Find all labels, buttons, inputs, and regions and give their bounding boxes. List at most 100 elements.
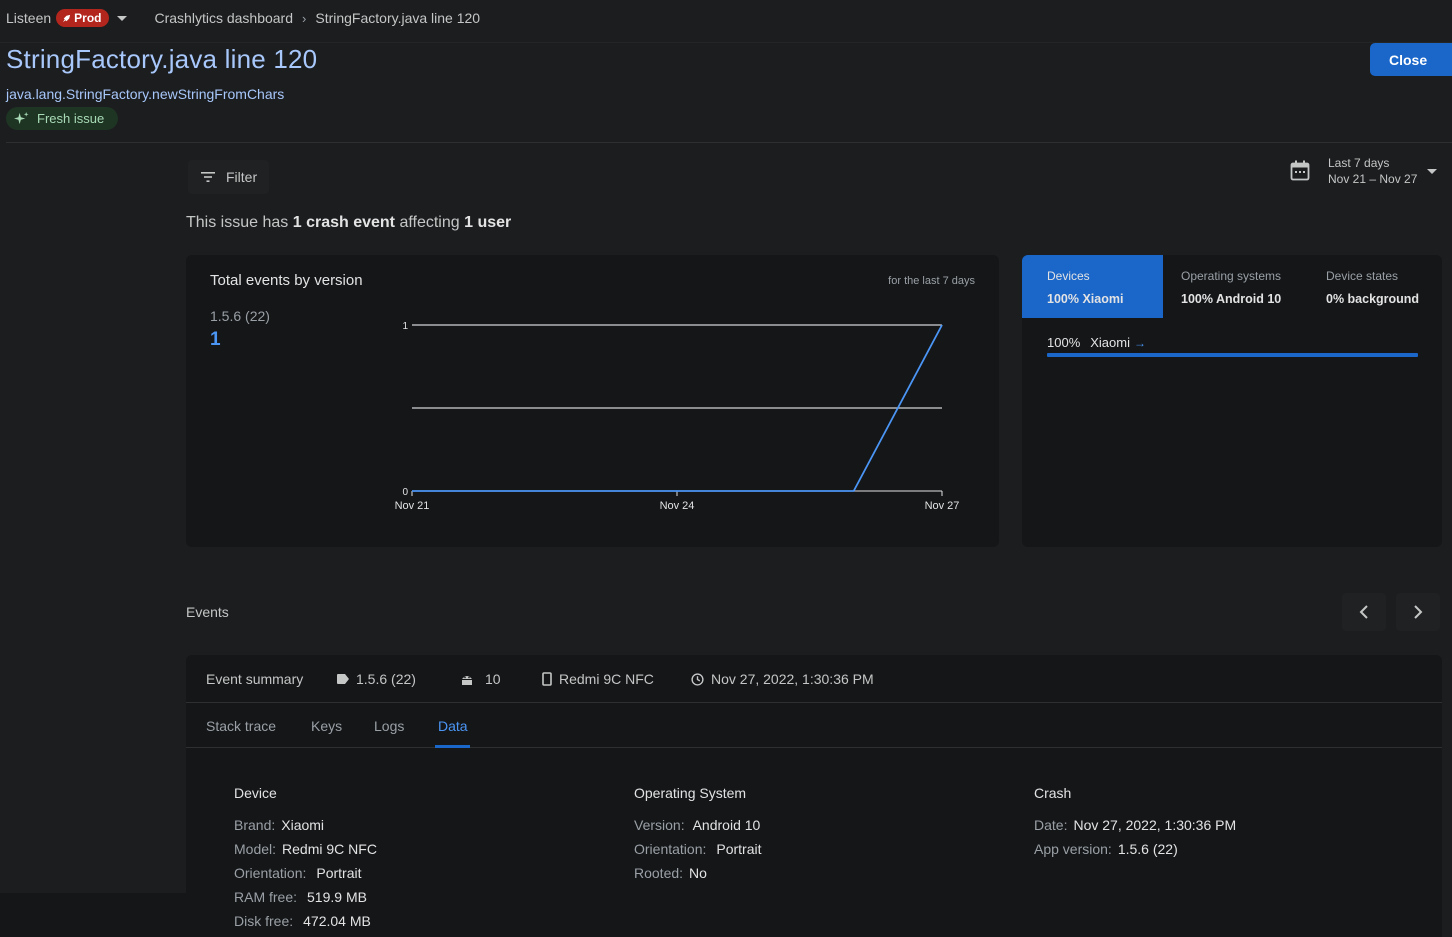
- device-brand: Brand: Xiaomi: [234, 817, 324, 833]
- os-orientation-key: Orientation:: [634, 841, 707, 857]
- event-version-value: 1.5.6 (22): [356, 671, 416, 687]
- events-chart-panel: Total events by version for the last 7 d…: [186, 255, 999, 547]
- os-orientation: Orientation: Portrait: [634, 841, 762, 857]
- tab-logs[interactable]: Logs: [374, 718, 404, 734]
- date-range-label: Last 7 days: [1328, 156, 1390, 170]
- event-os: 10: [461, 671, 501, 687]
- tab-states-label: Device states: [1326, 269, 1399, 283]
- distribution-name: Xiaomi: [1090, 335, 1130, 350]
- events-line-chart[interactable]: 0 1 Nov 21 Nov 24 Nov 27: [186, 255, 999, 547]
- distribution-percent: 100%: [1047, 335, 1081, 350]
- env-badge-label: Prod: [74, 11, 102, 25]
- device-orientation-key: Orientation:: [234, 865, 307, 881]
- device-model-value: Redmi 9C NFC: [282, 841, 377, 857]
- tab-keys[interactable]: Keys: [311, 718, 342, 734]
- device-ram-value: 519.9 MB: [307, 889, 367, 905]
- crash-app-version-key: App version:: [1034, 841, 1112, 857]
- distribution-bar: [1047, 353, 1418, 357]
- clock-icon: [691, 672, 704, 686]
- x-tick-label: Nov 21: [395, 500, 430, 512]
- event-os-value: 10: [485, 671, 501, 687]
- x-tick-label: Nov 27: [925, 500, 960, 512]
- filter-icon: [201, 172, 215, 182]
- chevron-left-icon: [1359, 605, 1368, 619]
- crash-section-title: Crash: [1034, 785, 1072, 801]
- event-summary-bar: Event summary 1.5.6 (22) 10 Redmi 9C NFC…: [186, 655, 1442, 703]
- rocket-icon: [63, 14, 71, 22]
- breadcrumb-current: StringFactory.java line 120: [315, 10, 481, 26]
- top-bar: Listeen Prod Crashlytics dashboard › Str…: [0, 0, 1452, 36]
- device-orientation: Orientation: Portrait: [234, 865, 362, 881]
- tab-device-states[interactable]: Device states 0% background: [1326, 255, 1442, 318]
- tab-stack-trace[interactable]: Stack trace: [206, 718, 276, 734]
- breadcrumb-root[interactable]: Crashlytics dashboard: [155, 10, 294, 26]
- next-event-button[interactable]: [1396, 593, 1440, 631]
- fresh-issue-label: Fresh issue: [37, 111, 105, 126]
- tab-devices-label: Devices: [1047, 269, 1090, 283]
- issue-method[interactable]: java.lang.StringFactory.newStringFromCha…: [6, 86, 284, 102]
- event-detail-panel: Event summary 1.5.6 (22) 10 Redmi 9C NFC…: [186, 655, 1442, 937]
- tab-operating-systems[interactable]: Operating systems 100% Android 10: [1181, 255, 1321, 318]
- tab-os-value: 100% Android 10: [1181, 292, 1282, 306]
- device-brand-key: Brand:: [234, 817, 276, 833]
- chevron-right-icon: ›: [302, 10, 307, 26]
- chevron-down-icon: [1427, 168, 1438, 174]
- project-name[interactable]: Listeen: [6, 10, 51, 26]
- x-tick-label: Nov 24: [660, 500, 695, 512]
- device-model-key: Model:: [234, 841, 277, 857]
- device-disk-value: 472.04 MB: [303, 913, 371, 929]
- os-section-title: Operating System: [634, 785, 747, 801]
- section-divider: [6, 142, 1452, 143]
- device-orientation-value: Portrait: [316, 865, 362, 881]
- tab-os-label: Operating systems: [1181, 269, 1282, 283]
- os-version-value: Android 10: [692, 817, 761, 833]
- tab-states-value: 0% background: [1326, 292, 1420, 306]
- device-model: Model: Redmi 9C NFC: [234, 841, 377, 857]
- distribution-panel: Devices 100% Xiaomi Operating systems 10…: [1022, 255, 1442, 547]
- tab-devices-value: 100% Xiaomi: [1047, 292, 1124, 306]
- y-tick-label: 1: [402, 321, 408, 332]
- event-summary-label: Event summary: [206, 671, 304, 687]
- filter-button[interactable]: Filter: [188, 160, 270, 194]
- os-orientation-value: Portrait: [716, 841, 762, 857]
- crash-date-value: Nov 27, 2022, 1:30:36 PM: [1073, 817, 1237, 833]
- calendar-icon: [1290, 160, 1310, 181]
- event-device: Redmi 9C NFC: [542, 671, 654, 687]
- tab-devices[interactable]: Devices 100% Xiaomi: [1022, 255, 1163, 318]
- header-divider: [0, 42, 1452, 43]
- device-brand-value: Xiaomi: [281, 817, 325, 833]
- device-ram: RAM free: 519.9 MB: [234, 889, 367, 905]
- event-timestamp-value: Nov 27, 2022, 1:30:36 PM: [711, 671, 874, 687]
- device-disk-key: Disk free:: [234, 913, 294, 929]
- project-dropdown-icon[interactable]: [116, 15, 127, 21]
- crash-date: Date: Nov 27, 2022, 1:30:36 PM: [1034, 817, 1236, 833]
- page-title: StringFactory.java line 120: [6, 44, 318, 74]
- android-icon: [462, 675, 472, 685]
- y-tick-label: 0: [402, 487, 408, 498]
- env-badge[interactable]: Prod: [56, 9, 109, 27]
- close-button[interactable]: Close: [1370, 43, 1452, 76]
- crash-app-version-value: 1.5.6 (22): [1117, 841, 1178, 857]
- crash-app-version: App version: 1.5.6 (22): [1034, 841, 1178, 857]
- arrow-right-icon: →: [1134, 335, 1146, 350]
- os-rooted: Rooted: No: [634, 865, 707, 881]
- device-ram-key: RAM free:: [234, 889, 298, 905]
- os-rooted-value: No: [689, 865, 707, 881]
- previous-event-button[interactable]: [1342, 593, 1386, 631]
- issue-summary: This issue has 1 crash event affecting 1…: [186, 214, 511, 232]
- sparkle-icon: [14, 111, 29, 125]
- left-sidebar-footer: [0, 893, 186, 937]
- distribution-row[interactable]: 100% Xiaomi →: [1047, 335, 1146, 350]
- os-rooted-key: Rooted:: [634, 865, 684, 881]
- device-section-title: Device: [234, 785, 277, 801]
- date-range-picker[interactable]: Last 7 days Nov 21 – Nov 27: [1290, 155, 1438, 187]
- phone-icon: [542, 672, 552, 686]
- filter-label: Filter: [226, 169, 258, 185]
- events-heading: Events: [186, 604, 229, 620]
- crash-date-key: Date:: [1034, 817, 1068, 833]
- date-range-dates: Nov 21 – Nov 27: [1328, 172, 1418, 186]
- date-range-text: Last 7 days Nov 21 – Nov 27: [1328, 155, 1417, 187]
- os-version: Version: Android 10: [634, 817, 760, 833]
- tab-data[interactable]: Data: [438, 718, 468, 734]
- summary-events: 1 crash event: [292, 214, 395, 231]
